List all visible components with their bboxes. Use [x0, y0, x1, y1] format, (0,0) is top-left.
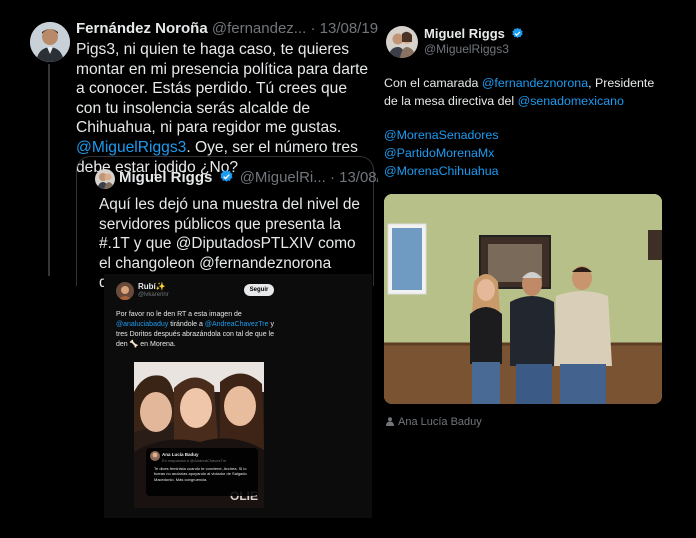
embedded-mention: @AndreaChavezTre [204, 321, 269, 328]
tweet-text: Con el camarada @fernandeznorona, Presid… [384, 74, 668, 110]
author-handle[interactable]: @fernandez... [212, 20, 306, 37]
verified-badge-icon [511, 27, 523, 38]
tweet-text-part: Con el camarada [384, 76, 482, 90]
screenshot-collage: Fernández Noroña @fernandez... · 13/08/1… [0, 0, 696, 538]
mention-link[interactable]: @MiguelRiggs3 [76, 139, 186, 156]
author-name: Miguel Riggs [424, 26, 526, 41]
embedded-tweet-screenshot: Rubí✨ @lvkarerinr Seguir Por favor no le… [104, 274, 372, 518]
tweet-header: Fernández Noroña @fernandez... · 13/08/1… [76, 20, 378, 37]
mention-list: @MorenaSenadores @PartidoMorenaMx @Moren… [384, 126, 499, 180]
quoted-tweet[interactable]: Miguel Riggs @MiguelRi... · 13/08/19 Aqu… [76, 156, 398, 291]
mention-partido-morena[interactable]: @PartidoMorenaMx [384, 144, 499, 162]
embedded-text-part: tirándole a [168, 321, 205, 328]
embedded-mention: @analuciabaduy [116, 321, 169, 328]
left-tweet: Fernández Noroña @fernandez... · 13/08/1… [8, 6, 398, 530]
author-name[interactable]: Fernández Noroña [76, 20, 208, 37]
embedded-tweet-text: Por favor no le den RT a esta imagen de … [116, 310, 286, 350]
card-reply-to: En respuesta a @AndreaChavezTre [162, 458, 227, 463]
quoted-author-handle[interactable]: @MiguelRi... [240, 169, 326, 186]
avatar-rubi [116, 282, 134, 300]
mention-morena-chihuahua[interactable]: @MorenaChihuahua [384, 162, 499, 180]
author-name-text[interactable]: Miguel Riggs [424, 26, 505, 41]
tweet-text-part: Pigs3, ni quien te haga caso, te quieres… [76, 41, 369, 137]
mention-link[interactable]: @senadomexicano [518, 94, 624, 108]
embedded-text-part: Por favor no le den RT a esta imagen de [116, 311, 242, 318]
quoted-author-name[interactable]: Miguel Riggs [119, 169, 212, 186]
photo-credit-name[interactable]: Ana Lucía Baduy [398, 416, 482, 428]
avatar-miguel-riggs[interactable] [386, 26, 418, 58]
avatar-fernandez-norona[interactable] [30, 22, 70, 62]
follow-button: Seguir [244, 284, 274, 296]
thread-line [48, 64, 50, 276]
author-handle[interactable]: @MiguelRiggs3 [424, 42, 509, 56]
mention-morena-senadores[interactable]: @MorenaSenadores [384, 126, 499, 144]
mention-link[interactable]: @fernandeznorona [482, 76, 588, 90]
verified-badge-icon [220, 169, 232, 182]
avatar-miguel-riggs[interactable] [95, 169, 115, 189]
card-text: Te dices feminista cuando te conviene, A… [154, 466, 247, 482]
reply-card: Ana Lucía Baduy En respuesta a @AndreaCh… [146, 448, 258, 496]
embedded-photo: OLIE Ana Lucía Baduy En respuesta a @And… [134, 362, 264, 508]
embedded-author-handle: @lvkarerinr [138, 292, 169, 298]
card-avatar [150, 451, 160, 461]
person-icon [386, 417, 394, 426]
photo-credit[interactable]: Ana Lucía Baduy [386, 416, 482, 428]
quoted-tweet-header: Miguel Riggs @MiguelRi... · 13/08/19 [119, 169, 398, 186]
right-tweet: Miguel Riggs @MiguelRiggs3 Con el camara… [378, 14, 668, 530]
embedded-author-name: Rubí✨ [138, 282, 166, 291]
tweet-date[interactable]: · 13/08/19 [310, 20, 378, 37]
card-author-name: Ana Lucía Baduy [162, 452, 199, 457]
tweet-photo[interactable] [384, 194, 662, 404]
